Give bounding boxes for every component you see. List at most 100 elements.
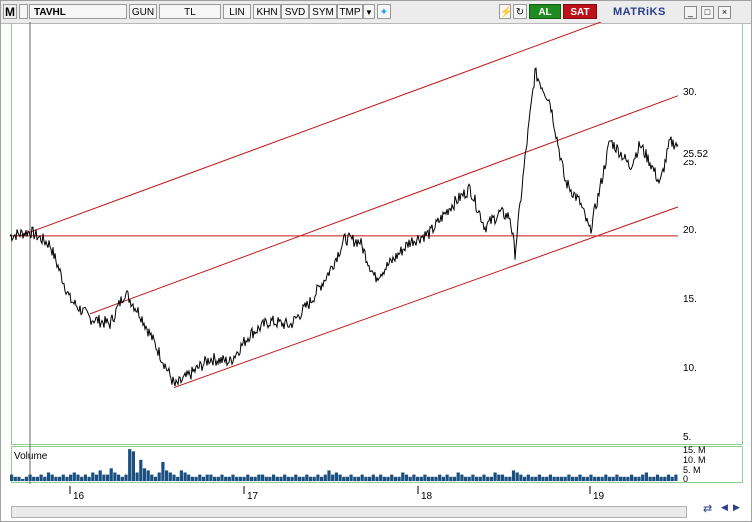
volume-bar [567,474,571,481]
volume-bar [201,476,206,482]
volume-bar [582,476,586,482]
volume-bar [475,476,479,482]
volume-bar [297,476,302,482]
volume-bar [135,472,139,481]
volume-bar [648,476,652,482]
volume-bar [231,474,235,481]
volume-bar [305,474,309,481]
volume-bar [194,476,198,482]
volume-bar [342,476,346,482]
volume-bar [596,476,600,482]
volume-bar [463,476,468,482]
volume-bar [10,474,14,481]
volume-bar [637,476,641,482]
volume-bar [452,476,457,482]
volume-bar [641,474,645,481]
volume-bar [246,474,250,481]
volume-bar [131,451,135,482]
volume-bar [386,476,390,482]
volume-bar [58,476,62,482]
price-series-line [9,67,679,387]
volume-bar [69,474,73,481]
volume-bar [109,468,113,482]
volume-bar [541,476,545,482]
volume-bar [482,474,486,481]
volume-bar [430,476,434,482]
volume-bar [94,474,99,481]
volume-bar [253,476,257,482]
volume-bar [508,476,512,482]
volume-bar [283,474,287,481]
volume-bar [17,476,21,482]
volume-bar [338,474,342,481]
volume-bar [353,476,357,482]
volume-bar [574,476,578,482]
volume-bar [349,474,353,481]
volume-bar [364,476,368,482]
volume-bar [113,472,117,481]
volume-bar [563,476,567,482]
volume-bar [139,459,143,482]
volume-bar [65,476,69,482]
volume-bar [327,470,331,481]
volume-bar [323,474,327,481]
volume-bar [515,472,519,481]
volume-bar [523,476,527,482]
volume-bar [209,474,213,481]
volume-bar [578,474,582,481]
volume-bar [615,474,619,481]
volume-bar [308,476,313,482]
volume-bar [32,476,36,482]
volume-bar [497,474,501,481]
volume-bar [146,470,150,481]
volume-bar [331,474,335,481]
volume-bar [261,474,265,481]
volume-bar [117,474,121,481]
volume-bar [571,476,575,482]
volume-bar [630,474,634,481]
price-chart [9,22,679,494]
volume-bar [371,474,375,481]
volume-bar [500,474,505,481]
volume-bar [537,474,541,481]
volume-bar [98,470,102,481]
volume-bar [272,474,276,481]
volume-bar [419,476,423,482]
volume-bar [663,476,667,482]
volume-bar [368,476,372,482]
volume-bar [611,476,615,482]
volume-bar [504,476,508,482]
volume-bar [249,476,254,482]
volume-bar [548,474,552,481]
volume-bar [593,476,597,482]
volume-bar [120,476,124,482]
volume-bar [427,476,431,482]
volume-bar [24,476,28,482]
volume-bar [213,476,217,482]
volume-bar [511,470,516,481]
volume-bar [600,476,604,482]
volume-bar [238,476,242,482]
volume-bar [404,474,409,481]
volume-bar [172,474,176,481]
volume-bar [471,474,475,481]
channel-line [89,95,678,315]
volume-bar [35,476,39,482]
volume-bar [416,476,420,482]
volume-bar [316,474,320,481]
volume-bar [552,476,556,482]
volume-bar [445,474,449,481]
volume-bar [382,476,386,482]
volume-bar [286,476,290,482]
volume-bar [345,476,349,482]
volume-bar [61,474,65,481]
volume-bar [438,474,442,481]
volume-bar [21,478,25,481]
volume-bar [589,474,593,481]
volume-bar [183,472,187,481]
volume-bar [644,472,648,481]
volume-bar [176,476,180,482]
volume-bar [360,474,364,481]
volume-bar [187,474,191,481]
volume-bar [235,476,239,482]
